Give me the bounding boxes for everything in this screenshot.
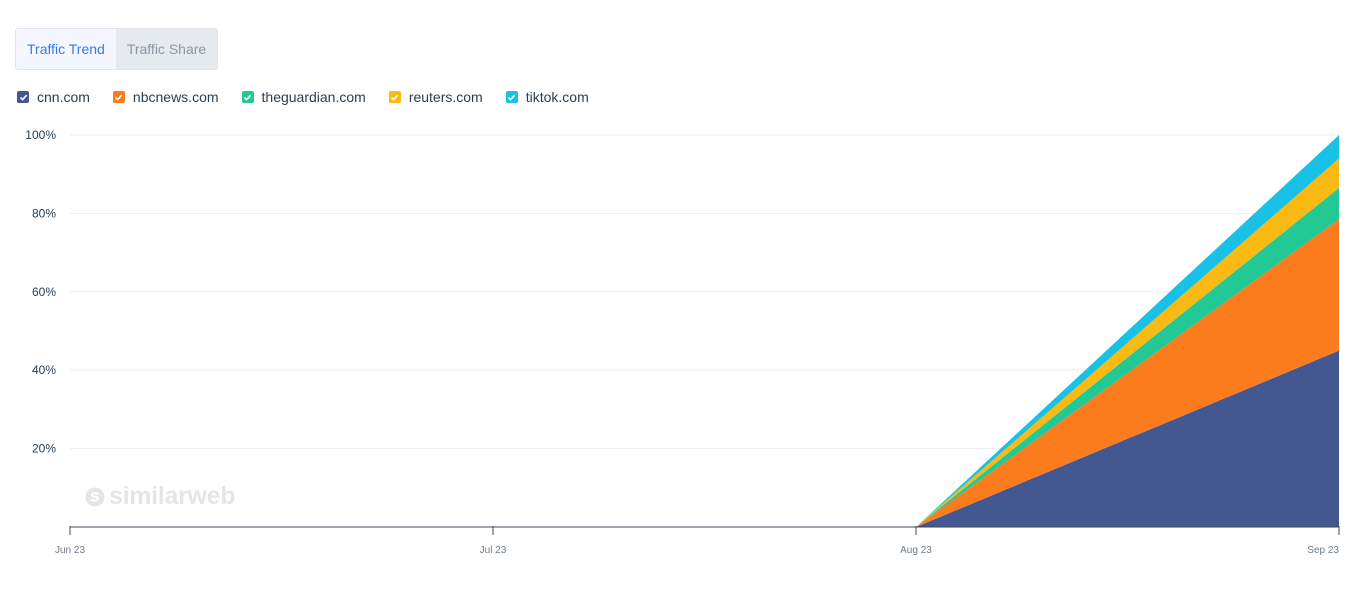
y-tick-label: 100% [25, 128, 56, 142]
y-tick-label: 20% [32, 442, 56, 456]
stacked-area-chart: 20% 40% 60% 80% 100% Jun 23 Jul 23 Aug 23 Sep 23 [25, 128, 1340, 556]
x-tick-label: Jun 23 [55, 545, 85, 556]
y-tick-label: 80% [32, 206, 56, 220]
x-tick-label: Jul 23 [480, 545, 507, 556]
x-tick-label: Aug 23 [900, 545, 932, 556]
y-tick-label: 60% [32, 285, 56, 299]
y-tick-label: 40% [32, 363, 56, 377]
x-tick-label: Sep 23 [1307, 545, 1339, 556]
